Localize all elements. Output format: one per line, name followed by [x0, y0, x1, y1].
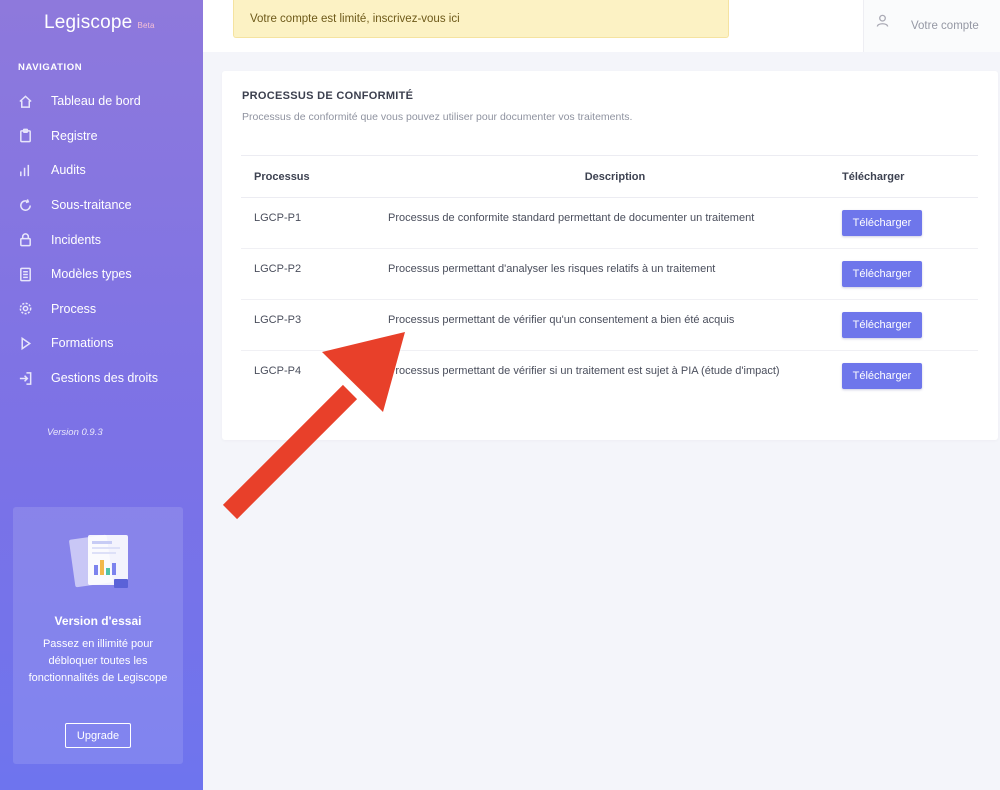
process-description: Processus permettant d'analyser les risq… [388, 248, 842, 300]
beta-badge: Beta [137, 21, 155, 30]
sidebar-item-formations[interactable]: Formations [0, 326, 203, 361]
sidebar-item-label: Audits [51, 163, 86, 178]
sidebar-item-label: Process [51, 301, 97, 316]
account-menu[interactable]: Votre compte [863, 0, 1000, 52]
download-button[interactable]: Télécharger [842, 210, 922, 236]
nav-heading: NAVIGATION [18, 62, 83, 73]
trial-title: Version d'essai [54, 614, 142, 628]
process-card: PROCESSUS DE CONFORMITÉ Processus de con… [222, 71, 998, 440]
page-title: PROCESSUS DE CONFORMITÉ [242, 90, 414, 102]
brand-logo[interactable]: Legiscope Beta [44, 12, 155, 34]
account-label: Votre compte [911, 20, 979, 32]
sidebar-item-audits[interactable]: Audits [0, 153, 203, 188]
sidebar-item-label: Tableau de bord [51, 94, 141, 109]
version-label: Version 0.9.3 [47, 427, 103, 438]
sidebar-item-incidents[interactable]: Incidents [0, 222, 203, 257]
process-table: Processus Description Télécharger LGCP-P… [241, 155, 978, 402]
document-icon [17, 266, 33, 282]
table-header-row: Processus Description Télécharger [241, 155, 978, 198]
sidebar-item-gestions-des-droits[interactable]: Gestions des droits [0, 361, 203, 396]
play-icon [17, 335, 33, 351]
refresh-icon [17, 197, 33, 213]
table-row: LGCP-P4 Processus permettant de vérifier… [241, 351, 978, 402]
download-button[interactable]: Télécharger [842, 312, 922, 338]
table-row: LGCP-P2 Processus permettant d'analyser … [241, 248, 978, 300]
gear-icon [17, 301, 33, 317]
trial-description: Passez en illimité pour débloquer toutes… [28, 638, 168, 684]
clipboard-icon [17, 128, 33, 144]
process-description: Processus de conformite standard permett… [388, 197, 842, 249]
home-icon [17, 93, 33, 109]
lock-icon [17, 232, 33, 248]
table-row: LGCP-P3 Processus permettant de vérifier… [241, 299, 978, 351]
sidebar-item-label: Sous-traitance [51, 198, 132, 213]
sidebar-item-process[interactable]: Process [0, 292, 203, 327]
upgrade-button[interactable]: Upgrade [65, 723, 131, 748]
process-description: Processus permettant de vérifier si un t… [388, 365, 780, 377]
user-icon [876, 14, 890, 28]
sign-in-icon [17, 370, 33, 386]
column-header-telecharger: Télécharger [842, 155, 978, 198]
sidebar: Legiscope Beta NAVIGATION Tableau de bord… [0, 0, 203, 790]
report-illustration-icon [68, 527, 138, 597]
sidebar-item-label: Incidents [51, 232, 102, 247]
download-button[interactable]: Télécharger [842, 261, 922, 287]
process-code: LGCP-P3 [241, 299, 388, 351]
process-code: LGCP-P1 [241, 197, 388, 249]
sidebar-item-label: Gestions des droits [51, 371, 158, 386]
account-limited-alert[interactable]: Votre compte est limité, inscrivez-vous … [233, 0, 729, 38]
sidebar-item-label: Formations [51, 336, 114, 351]
sidebar-item-label: Modèles types [51, 267, 132, 282]
table-row: LGCP-P1 Processus de conformite standard… [241, 197, 978, 249]
download-button[interactable]: Télécharger [842, 363, 922, 389]
trial-panel: Version d'essai Passez en illimité pour … [13, 507, 183, 764]
brand-name: Legiscope [44, 12, 133, 33]
sidebar-item-label: Registre [51, 128, 98, 143]
process-description: Processus permettant de vérifier qu'un c… [388, 299, 842, 351]
column-header-processus: Processus [241, 155, 388, 198]
page-subtitle: Processus de conformité que vous pouvez … [242, 111, 633, 123]
column-header-description: Description [388, 155, 842, 198]
bar-chart-icon [17, 162, 33, 178]
sidebar-item-tableau-de-bord[interactable]: Tableau de bord [0, 84, 203, 119]
process-code: LGCP-P4 [254, 365, 302, 377]
sidebar-item-registre[interactable]: Registre [0, 119, 203, 154]
process-code: LGCP-P2 [241, 248, 388, 300]
sidebar-item-modeles-types[interactable]: Modèles types [0, 257, 203, 292]
sidebar-nav: Tableau de bord Registre Audits Sous-tra… [0, 84, 203, 395]
sidebar-item-sous-traitance[interactable]: Sous-traitance [0, 188, 203, 223]
topbar: Votre compte est limité, inscrivez-vous … [203, 0, 1000, 52]
